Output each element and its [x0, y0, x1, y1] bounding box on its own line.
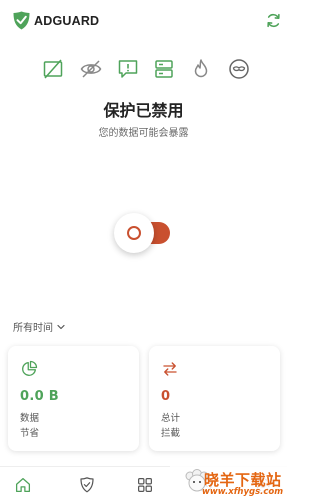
apps-icon[interactable]: [136, 476, 154, 494]
chevron-down-icon: [57, 324, 65, 329]
total-blocked-value: 0: [161, 389, 171, 404]
top-bar: ADGUARD: [0, 0, 287, 42]
period-label: 所有时间: [13, 323, 53, 334]
data-saved-card[interactable]: 0.0 B 数据 节省: [8, 346, 139, 451]
data-saved-label-line2: 节省: [20, 428, 40, 439]
toggle-knob: [114, 213, 154, 253]
total-blocked-card[interactable]: 0 总计 拦截: [149, 346, 280, 451]
data-saved-value: 0.0 B: [20, 389, 59, 404]
ad-blocking-icon[interactable]: [41, 57, 65, 81]
download-site-watermark: 晓羊下载站 www.xfhygs.com: [170, 466, 287, 500]
brand-name: ADGUARD: [34, 14, 100, 28]
pie-chart-icon: [22, 360, 38, 376]
watermark-url: www.xfhygs.com: [202, 487, 284, 497]
protection-status-title: 保护已禁用: [103, 101, 184, 120]
firewall-icon[interactable]: [189, 57, 213, 81]
dns-protection-icon[interactable]: [152, 57, 176, 81]
refresh-icon[interactable]: [265, 12, 282, 29]
protection-icon[interactable]: [78, 476, 96, 494]
protection-toggle[interactable]: [114, 213, 174, 253]
browsing-security-icon[interactable]: [227, 57, 251, 81]
total-blocked-label-line2: 拦截: [161, 428, 181, 439]
home-icon[interactable]: [14, 476, 32, 494]
period-selector[interactable]: 所有时间: [13, 319, 66, 334]
protection-status-subtitle: 您的数据可能会暴露: [98, 128, 189, 139]
total-blocked-label-line1: 总计: [161, 413, 181, 424]
protection-features-row: [0, 57, 287, 81]
annoyance-blocking-icon[interactable]: [116, 57, 140, 81]
swap-arrows-icon: [163, 362, 177, 376]
data-saved-label-line1: 数据: [20, 413, 40, 424]
tracking-protection-icon[interactable]: [79, 57, 103, 81]
adguard-logo-icon: [13, 11, 30, 30]
